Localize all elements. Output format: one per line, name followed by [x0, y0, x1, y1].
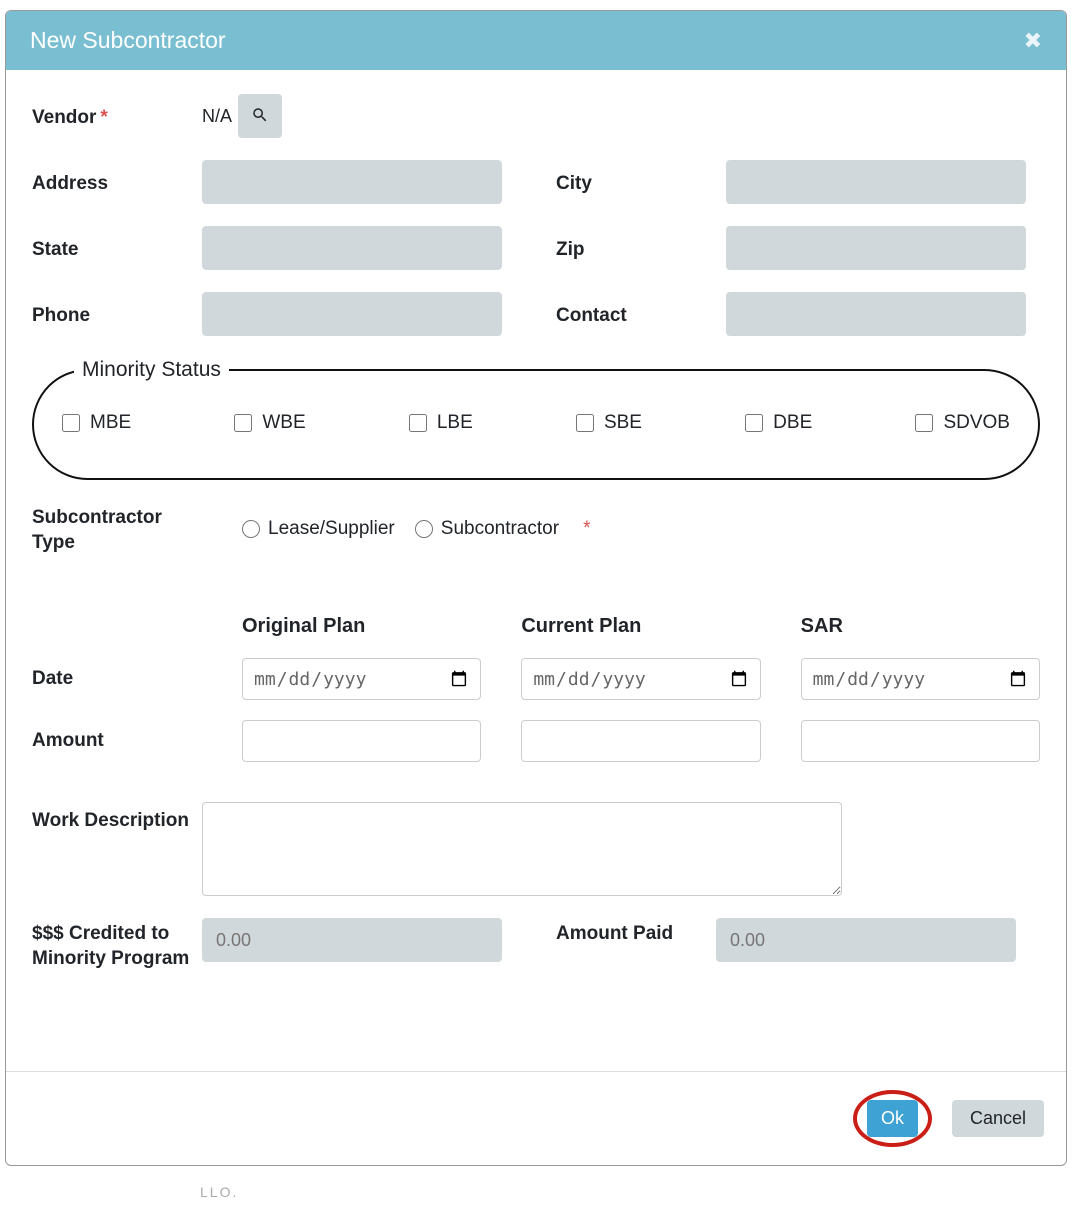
- state-label: State: [32, 235, 202, 261]
- ok-button[interactable]: Ok: [867, 1100, 918, 1137]
- original-plan-amount-input[interactable]: [242, 720, 481, 762]
- lease-supplier-radio[interactable]: [242, 520, 260, 538]
- modal-title: New Subcontractor: [30, 27, 226, 54]
- credited-minority-label: $$$ Credited to Minority Program: [32, 918, 202, 971]
- background-clip-text: LLO.: [200, 1184, 238, 1200]
- sar-header: SAR: [801, 615, 1040, 638]
- mbe-checkbox[interactable]: [62, 414, 80, 432]
- lbe-checkbox-label[interactable]: LBE: [409, 412, 473, 434]
- modal-body: Vendor* N/A Address City: [6, 70, 1066, 1071]
- lease-supplier-radio-label[interactable]: Lease/Supplier: [242, 518, 395, 540]
- cancel-button[interactable]: Cancel: [952, 1100, 1044, 1137]
- wbe-checkbox-label[interactable]: WBE: [234, 412, 305, 434]
- original-plan-date-input[interactable]: [242, 658, 481, 700]
- current-plan-header: Current Plan: [521, 615, 760, 638]
- dbe-checkbox-label[interactable]: DBE: [745, 412, 812, 434]
- address-label: Address: [32, 169, 202, 195]
- date-label: Date: [32, 658, 202, 700]
- vendor-search-button[interactable]: [238, 94, 282, 138]
- sbe-checkbox[interactable]: [576, 414, 594, 432]
- close-icon[interactable]: ✖: [1024, 28, 1042, 54]
- city-label: City: [556, 169, 726, 195]
- sar-amount-input[interactable]: [801, 720, 1040, 762]
- subcontractor-radio[interactable]: [415, 520, 433, 538]
- sdvob-checkbox[interactable]: [915, 414, 933, 432]
- work-description-label: Work Description: [32, 802, 202, 896]
- current-plan-amount-input[interactable]: [521, 720, 760, 762]
- phone-label: Phone: [32, 301, 202, 327]
- phone-input: [202, 292, 502, 336]
- work-description-textarea[interactable]: [202, 802, 842, 896]
- credited-minority-input: [202, 918, 502, 962]
- contact-input: [726, 292, 1026, 336]
- original-plan-header: Original Plan: [242, 615, 481, 638]
- lbe-checkbox[interactable]: [409, 414, 427, 432]
- state-input: [202, 226, 502, 270]
- new-subcontractor-modal: New Subcontractor ✖ Vendor* N/A: [5, 10, 1067, 1166]
- required-marker: *: [583, 518, 590, 540]
- city-input: [726, 160, 1026, 204]
- modal-header: New Subcontractor ✖: [6, 11, 1066, 70]
- amount-label: Amount: [32, 720, 202, 762]
- mbe-checkbox-label[interactable]: MBE: [62, 412, 131, 434]
- sar-date-input[interactable]: [801, 658, 1040, 700]
- search-icon: [251, 106, 269, 127]
- plan-grid: Original Plan Current Plan SAR Date Amou…: [32, 615, 1040, 762]
- sdvob-checkbox-label[interactable]: SDVOB: [915, 412, 1010, 434]
- ok-button-highlight: Ok: [853, 1090, 932, 1147]
- amount-paid-input: [716, 918, 1016, 962]
- subcontractor-radio-label[interactable]: Subcontractor: [415, 518, 559, 540]
- vendor-label: Vendor*: [32, 103, 202, 129]
- subcontractor-type-label: Subcontractor Type: [32, 502, 202, 555]
- sbe-checkbox-label[interactable]: SBE: [576, 412, 642, 434]
- dbe-checkbox[interactable]: [745, 414, 763, 432]
- minority-status-fieldset: Minority Status MBE WBE LBE SBE DBE SDVO…: [32, 358, 1040, 480]
- address-input: [202, 160, 502, 204]
- current-plan-date-input[interactable]: [521, 658, 760, 700]
- wbe-checkbox[interactable]: [234, 414, 252, 432]
- zip-input: [726, 226, 1026, 270]
- vendor-value: N/A: [202, 106, 232, 127]
- zip-label: Zip: [556, 235, 726, 261]
- contact-label: Contact: [556, 301, 726, 327]
- minority-status-legend: Minority Status: [74, 358, 229, 382]
- amount-paid-label: Amount Paid: [556, 918, 716, 947]
- modal-footer: Ok Cancel: [6, 1071, 1066, 1165]
